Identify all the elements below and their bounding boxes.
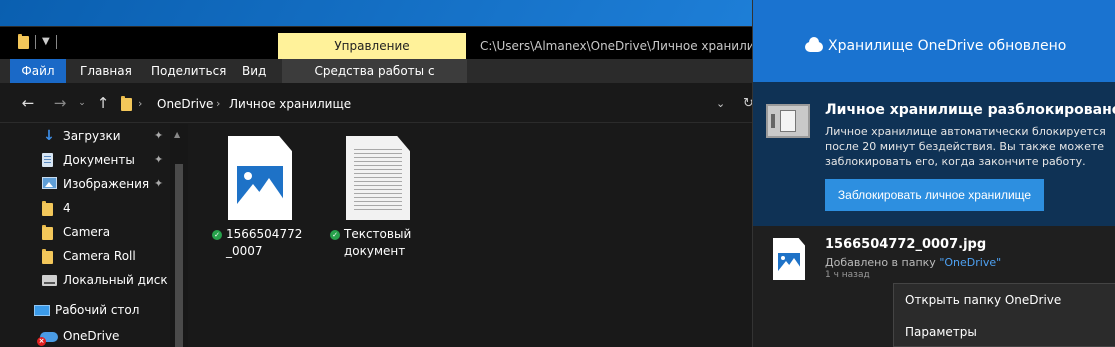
documents-icon	[42, 153, 53, 167]
customize-toolbar-arrow-icon[interactable]: ▼	[42, 36, 50, 47]
desktop-icon	[34, 305, 50, 316]
folder-icon	[42, 201, 53, 216]
up-arrow-icon[interactable]: ↑	[93, 93, 113, 113]
mountain-shape	[251, 178, 283, 204]
onedrive-cloud-icon	[805, 37, 823, 52]
vault-door	[780, 110, 796, 132]
drive-icon	[42, 275, 57, 286]
activity-list-item[interactable]: 1566504772_0007.jpg Добавлено в папку "O…	[753, 226, 1115, 347]
scrollbar-thumb[interactable]	[175, 164, 183, 347]
back-arrow-icon[interactable]: ←	[18, 93, 38, 113]
sidebar-item-local-disk-d[interactable]: Локальный диск (D	[0, 268, 185, 292]
quick-access-toolbar: ▼	[18, 34, 57, 49]
recent-locations-chevron-icon[interactable]: ⌄	[72, 93, 92, 113]
sidebar-item-label: Локальный диск (D	[63, 273, 186, 287]
sidebar-item-camera[interactable]: Camera	[0, 220, 170, 244]
sidebar-item-desktop[interactable]: Рабочий стол	[0, 298, 170, 322]
sidebar-item-documents[interactable]: Документы ✦	[0, 148, 170, 172]
sidebar-item-pictures[interactable]: Изображения ✦	[0, 172, 170, 196]
activity-timestamp: 1 ч назад	[825, 270, 870, 280]
scroll-up-arrow-icon[interactable]: ▲	[174, 130, 180, 139]
toolbar-divider	[55, 34, 57, 49]
file-item-text[interactable]: ✓ Текстовый документ	[322, 136, 422, 276]
download-arrow-icon: ↓	[43, 128, 55, 144]
breadcrumb-personal-vault[interactable]: Личное хранилище	[229, 90, 351, 118]
navigation-bar: ← → ⌄ ↑ › OneDrive › Личное хранилище ⌄ …	[0, 83, 754, 123]
onedrive-flyout: Хранилище OneDrive обновлено Личное хран…	[752, 0, 1115, 347]
image-file-thumbnail-icon	[228, 136, 292, 220]
personal-vault-icon	[766, 104, 810, 138]
menu-item-open-onedrive-folder[interactable]: Открыть папку OneDrive	[894, 284, 1115, 316]
breadcrumb-separator-icon[interactable]: ›	[138, 90, 142, 118]
mountain-shape	[785, 258, 800, 271]
tab-view[interactable]: Вид	[232, 59, 276, 83]
activity-added-text: Добавлено в папку	[825, 256, 940, 269]
sidebar-item-folder-4[interactable]: 4	[0, 196, 170, 220]
image-file-icon	[773, 238, 805, 280]
tab-picture-tools[interactable]: Средства работы с рисунками	[282, 59, 467, 102]
text-lines	[354, 146, 402, 212]
activity-description: Добавлено в папку "OneDrive"	[825, 256, 1001, 269]
forward-arrow-icon[interactable]: →	[50, 93, 70, 113]
folder-icon[interactable]	[18, 34, 29, 49]
breadcrumb-onedrive[interactable]: OneDrive	[157, 90, 213, 118]
file-list-area: ✓ 1566504772_0007 ✓ Текстовый документ	[188, 124, 752, 347]
file-explorer-window: ▼ Управление C:\Users\Almanex\OneDrive\Л…	[0, 26, 773, 347]
address-dropdown-chevron-icon[interactable]: ⌄	[716, 90, 725, 118]
onedrive-cloud-icon: ×	[37, 332, 58, 346]
sidebar-item-onedrive[interactable]: × OneDrive	[0, 324, 170, 347]
sidebar-item-label: Рабочий стол	[55, 303, 140, 317]
sync-error-icon: ×	[37, 337, 46, 346]
pin-icon[interactable]: ✦	[154, 129, 163, 142]
context-tab-manage[interactable]: Управление	[278, 33, 466, 59]
sidebar-item-camera-roll[interactable]: Camera Roll	[0, 244, 170, 268]
sidebar-item-label: Изображения	[63, 177, 150, 191]
folder-icon	[121, 96, 132, 111]
text-file-thumbnail-icon	[346, 136, 410, 220]
vault-unlocked-title: Личное хранилище разблокировано	[825, 102, 1115, 118]
navigation-pane: ↓ Загрузки ✦ Документы ✦ Изображения ✦ 4…	[0, 124, 188, 347]
folder-icon	[42, 249, 53, 264]
vault-unlocked-notice: Личное хранилище разблокировано Личное х…	[753, 82, 1115, 226]
tab-share[interactable]: Поделиться	[141, 59, 236, 83]
file-name: Текстовый документ	[344, 227, 412, 258]
onedrive-header-title: Хранилище OneDrive обновлено	[828, 38, 1067, 54]
pin-icon[interactable]: ✦	[154, 153, 163, 166]
lock-vault-button[interactable]: Заблокировать личное хранилище	[825, 179, 1044, 211]
file-name: 1566504772_0007	[226, 227, 303, 258]
title-bar: ▼ Управление C:\Users\Almanex\OneDrive\Л…	[0, 27, 773, 59]
context-menu: Открыть папку OneDrive Параметры	[893, 283, 1115, 347]
pictures-icon	[42, 177, 57, 189]
synced-checkmark-icon: ✓	[212, 230, 222, 240]
toolbar-divider	[35, 34, 36, 49]
folder-icon	[42, 225, 53, 240]
vault-unlocked-description: Личное хранилище автоматически блокирует…	[825, 125, 1106, 168]
pin-icon[interactable]: ✦	[154, 177, 163, 190]
synced-checkmark-icon: ✓	[330, 230, 340, 240]
onedrive-header: Хранилище OneDrive обновлено	[753, 0, 1115, 82]
image-preview	[237, 166, 283, 204]
vault-hinge	[771, 114, 775, 128]
activity-file-name: 1566504772_0007.jpg	[825, 237, 987, 252]
sidebar-item-label: Camera Roll	[63, 249, 136, 263]
file-item-image[interactable]: ✓ 1566504772_0007	[204, 136, 304, 276]
tab-file[interactable]: Файл	[10, 59, 66, 83]
address-bar[interactable]: › OneDrive › Личное хранилище ⌄ ↻	[115, 89, 754, 118]
image-preview	[778, 253, 800, 271]
breadcrumb-separator-icon[interactable]: ›	[216, 90, 220, 118]
sidebar-item-label: Документы	[63, 153, 135, 167]
sidebar-item-label: Camera	[63, 225, 111, 239]
onedrive-folder-link[interactable]: "OneDrive"	[939, 256, 1001, 269]
tab-home[interactable]: Главная	[70, 59, 142, 83]
sidebar-item-downloads[interactable]: ↓ Загрузки ✦	[0, 124, 170, 148]
menu-item-settings[interactable]: Параметры	[894, 316, 1115, 347]
sidebar-item-label: Загрузки	[63, 129, 121, 143]
sidebar-item-label: OneDrive	[63, 329, 120, 343]
sidebar-scrollbar[interactable]: ▲	[170, 124, 188, 347]
window-title: C:\Users\Almanex\OneDrive\Личное хранили…	[480, 39, 774, 53]
ribbon-tabs: Файл Главная Поделиться Вид Средства раб…	[0, 59, 752, 102]
sidebar-item-label: 4	[63, 201, 71, 215]
